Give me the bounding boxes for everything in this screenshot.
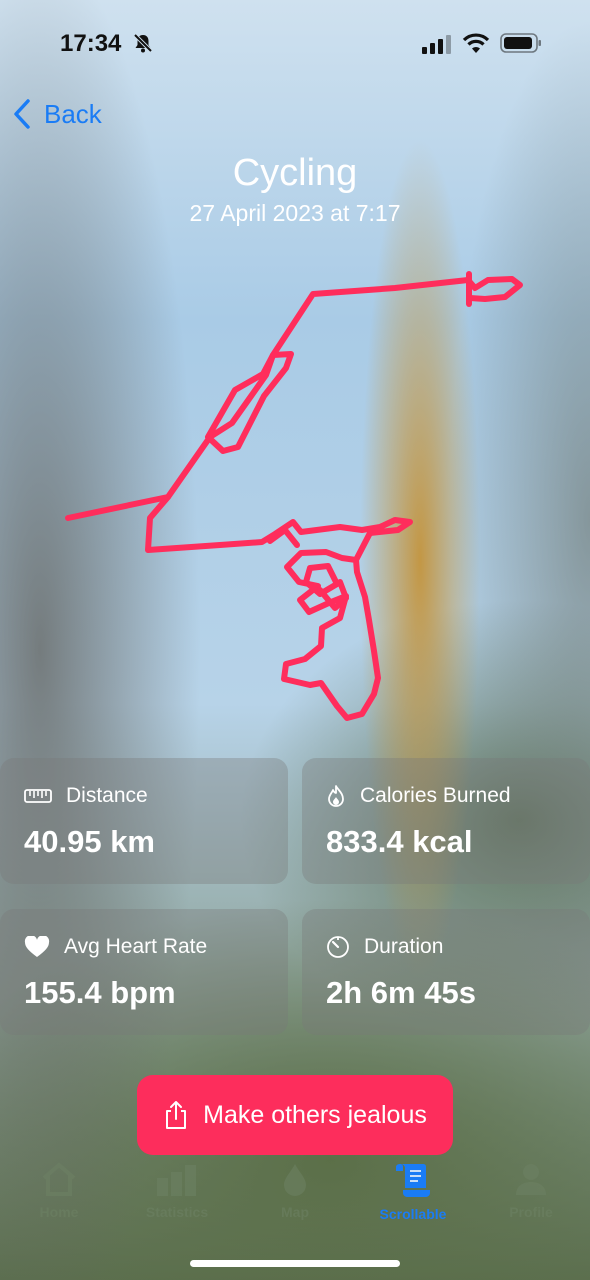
- stat-label: Distance: [66, 784, 148, 807]
- tab-map[interactable]: Map: [236, 1162, 354, 1220]
- home-indicator[interactable]: [190, 1260, 400, 1267]
- stat-value: 833.4 kcal: [326, 824, 473, 859]
- scroll-icon: [396, 1164, 430, 1197]
- heart-icon: [24, 936, 50, 957]
- workout-detail-screen: 17:34 Back Cycling 27 April 2023 at 7:17…: [0, 0, 590, 1280]
- tab-bar: Home Statistics Map Scrollable Profile: [0, 1150, 590, 1250]
- make-others-jealous-button[interactable]: Make others jealous: [137, 1075, 453, 1155]
- ruler-icon: [24, 789, 52, 803]
- tab-profile[interactable]: Profile: [472, 1162, 590, 1220]
- tab-label: Scrollable: [379, 1206, 447, 1222]
- stat-label: Duration: [364, 935, 444, 958]
- tab-label: Home: [39, 1204, 79, 1220]
- stat-card-duration: Duration 2h 6m 45s: [302, 909, 590, 1035]
- stat-card-distance: Distance 40.95 km: [0, 758, 288, 884]
- tab-label: Profile: [509, 1204, 553, 1220]
- person-icon: [516, 1164, 546, 1195]
- stat-card-calories: Calories Burned 833.4 kcal: [302, 758, 590, 884]
- stat-value: 155.4 bpm: [24, 975, 176, 1010]
- bar-chart-icon: [157, 1165, 196, 1196]
- stat-value: 2h 6m 45s: [326, 975, 476, 1010]
- tab-label: Map: [281, 1204, 309, 1220]
- share-button-label: Make others jealous: [203, 1100, 427, 1129]
- route-map: [65, 271, 523, 721]
- tab-label: Statistics: [145, 1204, 209, 1220]
- tab-statistics[interactable]: Statistics: [118, 1162, 236, 1220]
- home-icon: [42, 1162, 76, 1196]
- tab-scrollable[interactable]: Scrollable: [354, 1162, 472, 1222]
- stat-label: Avg Heart Rate: [64, 935, 208, 958]
- share-icon: [166, 1101, 187, 1129]
- drop-icon: [284, 1164, 306, 1196]
- flame-icon: [328, 785, 344, 807]
- tab-home[interactable]: Home: [0, 1162, 118, 1220]
- stat-label: Calories Burned: [360, 784, 511, 807]
- stat-value: 40.95 km: [24, 824, 155, 859]
- stat-card-heart-rate: Avg Heart Rate 155.4 bpm: [0, 909, 288, 1035]
- timer-icon: [327, 936, 349, 958]
